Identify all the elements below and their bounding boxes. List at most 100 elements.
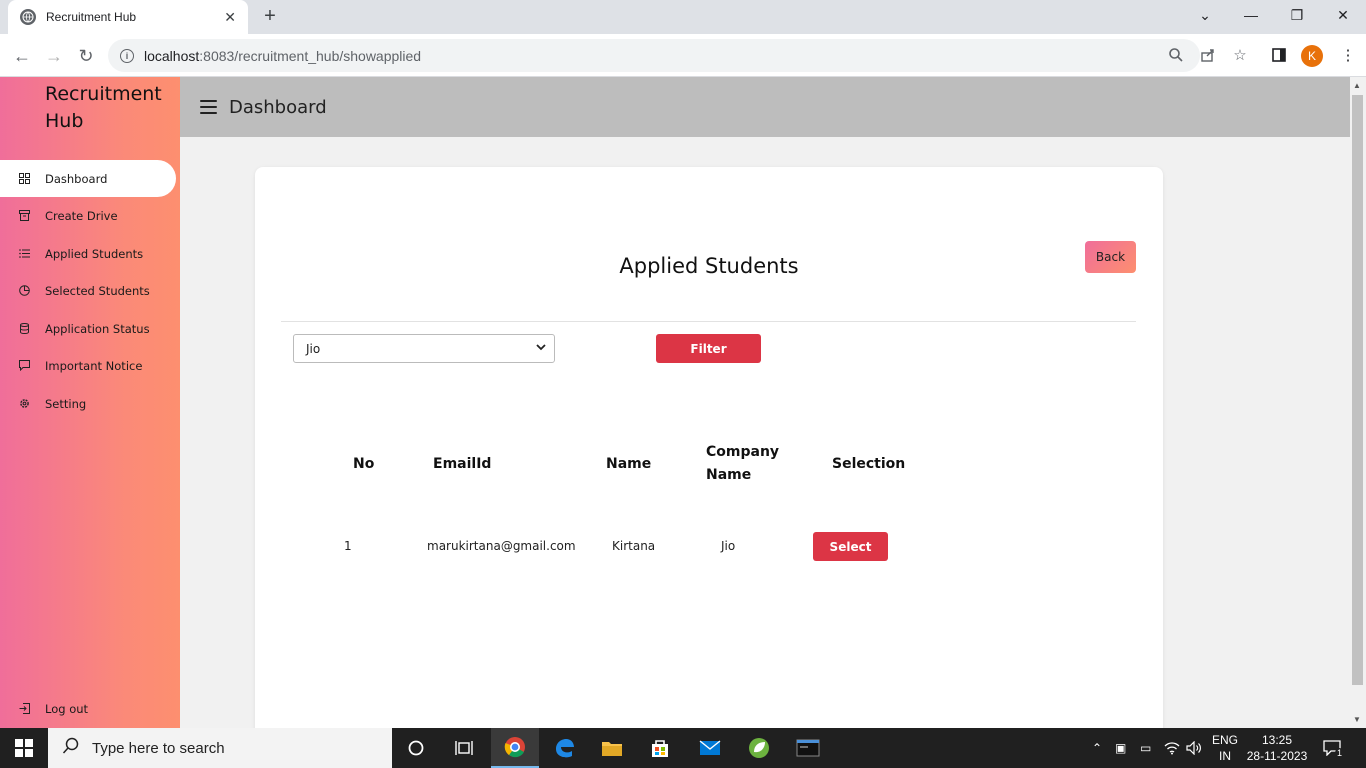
tray-chevron-up-icon[interactable]: ⌃ [1092,728,1102,768]
message-icon [18,360,30,372]
close-window-icon[interactable]: ✕ [1320,0,1366,30]
bookmark-star-icon[interactable]: ☆ [1230,45,1250,65]
company-select-value: Jio [306,341,321,356]
table-header-selection: Selection [832,456,906,472]
table-header-company: Company Name [706,444,780,483]
browser-tab-bar: Recruitment Hub ✕ + ⌄ — ❐ ✕ [0,0,1366,34]
table-header-email: EmailId [433,456,492,472]
table-header-no: No [353,456,375,472]
browser-tab[interactable]: Recruitment Hub ✕ [8,0,248,34]
divider [281,321,1136,322]
sidebar-item-dashboard[interactable]: Dashboard [0,160,176,197]
page-title: Applied Students [619,254,799,278]
company-select[interactable]: Jio [293,334,555,363]
sidebar: Recruitment Hub Dashboard Create Drive A… [0,77,180,728]
tab-title: Recruitment Hub [46,10,137,24]
chrome-taskbar-icon[interactable] [491,728,539,768]
search-icon [62,737,80,760]
profile-avatar[interactable]: K [1301,45,1323,67]
reload-icon[interactable]: ↻ [73,43,99,69]
cortana-icon[interactable] [392,728,440,768]
sidebar-item-create-drive[interactable]: Create Drive [0,197,176,234]
select-button[interactable]: Select [813,532,888,561]
sidebar-item-label: Important Notice [45,358,143,373]
input-language[interactable]: ENG IN [1208,732,1242,764]
volume-icon[interactable] [1186,728,1202,768]
scroll-down-icon[interactable]: ▼ [1353,715,1361,724]
site-info-icon[interactable]: i [120,48,134,63]
logout-button[interactable]: Log out [0,690,176,727]
system-clock[interactable]: 13:25 28-11-2023 [1244,732,1310,764]
top-header: Dashboard [180,77,1350,137]
menu-kebab-icon[interactable]: ⋮ [1338,45,1358,65]
back-button[interactable]: Back [1085,241,1136,273]
close-tab-icon[interactable]: ✕ [224,9,236,26]
mysql-terminal-icon[interactable] [784,728,832,768]
file-explorer-icon[interactable] [588,728,636,768]
mail-icon[interactable] [686,728,734,768]
logout-label: Log out [45,701,89,716]
scroll-up-icon[interactable]: ▲ [1353,81,1361,90]
logout-icon [18,703,30,715]
brand-title: Recruitment Hub [45,83,162,132]
sidebar-item-label: Selected Students [45,283,150,298]
sidebar-item-important-notice[interactable]: Important Notice [0,347,176,384]
clock-date: 28-11-2023 [1246,749,1308,763]
url-text: localhost:8083/recruitment_hub/showappli… [144,47,422,64]
table-header-name: Name [606,456,652,472]
sidebar-item-label: Applied Students [45,246,144,261]
cell-name: Kirtana [612,539,656,553]
windows-taskbar: Type here to search ⌃ ▣ ▭ ENG IN 13:25 2… [0,728,1366,768]
grid-icon [18,173,30,185]
hamburger-menu-icon[interactable] [200,100,217,114]
pie-chart-icon [18,285,30,297]
browser-toolbar: ← → ↻ i localhost:8083/recruitment_hub/s… [0,34,1366,77]
sidebar-item-label: Create Drive [45,208,118,223]
chevron-down-icon [536,342,546,355]
region-code: IN [1219,749,1231,763]
language-code: ENG [1211,733,1238,747]
sidebar-item-setting[interactable]: Setting [0,385,176,422]
applied-students-card: Applied Students Back Jio Filter No Emai… [255,167,1163,728]
header-title: Dashboard [229,96,327,118]
clock-time: 13:25 [1261,733,1293,747]
minimize-icon[interactable]: — [1228,0,1274,30]
page-content: Recruitment Hub Dashboard Create Drive A… [0,77,1350,728]
address-bar[interactable]: i localhost:8083/recruitment_hub/showapp… [108,39,1200,72]
sidebar-item-label: Application Status [45,321,150,336]
restore-icon[interactable]: ❐ [1274,0,1320,30]
tab-search-icon[interactable]: ⌄ [1182,0,1228,30]
new-tab-icon[interactable]: + [258,4,282,28]
scrollbar-thumb[interactable] [1352,95,1363,685]
filter-button[interactable]: Filter [656,334,761,363]
forward-arrow-icon[interactable]: → [41,43,67,69]
back-arrow-icon[interactable]: ← [9,43,35,69]
sidebar-item-selected-students[interactable]: Selected Students [0,272,176,309]
search-placeholder: Type here to search [92,739,225,757]
notification-count: 1 [1335,748,1345,758]
cell-no: 1 [344,539,352,553]
side-panel-icon[interactable] [1269,45,1289,65]
spring-tool-icon[interactable] [735,728,783,768]
notification-icon[interactable]: 1 [1323,728,1345,768]
sidebar-item-application-status[interactable]: Application Status [0,310,176,347]
tray-app-icon[interactable]: ▣ [1115,728,1126,768]
archive-icon [18,210,30,222]
sidebar-item-label: Dashboard [45,171,108,186]
page-scrollbar[interactable]: ▲ ▼ [1350,77,1366,728]
cell-company: Jio [721,539,736,553]
zoom-icon[interactable] [1166,45,1186,65]
share-icon[interactable] [1198,45,1218,65]
task-view-icon[interactable] [440,728,488,768]
windows-start-icon[interactable] [0,728,48,768]
edge-icon[interactable] [540,728,588,768]
battery-icon[interactable]: ▭ [1140,728,1151,768]
gear-icon [18,398,30,410]
taskbar-search-box[interactable]: Type here to search [48,728,392,768]
sidebar-item-applied-students[interactable]: Applied Students [0,235,176,272]
wifi-icon[interactable] [1164,728,1180,768]
sidebar-item-label: Setting [45,396,87,411]
store-icon[interactable] [636,728,684,768]
list-icon [18,248,30,260]
cell-email: marukirtana@gmail.com [427,539,576,553]
